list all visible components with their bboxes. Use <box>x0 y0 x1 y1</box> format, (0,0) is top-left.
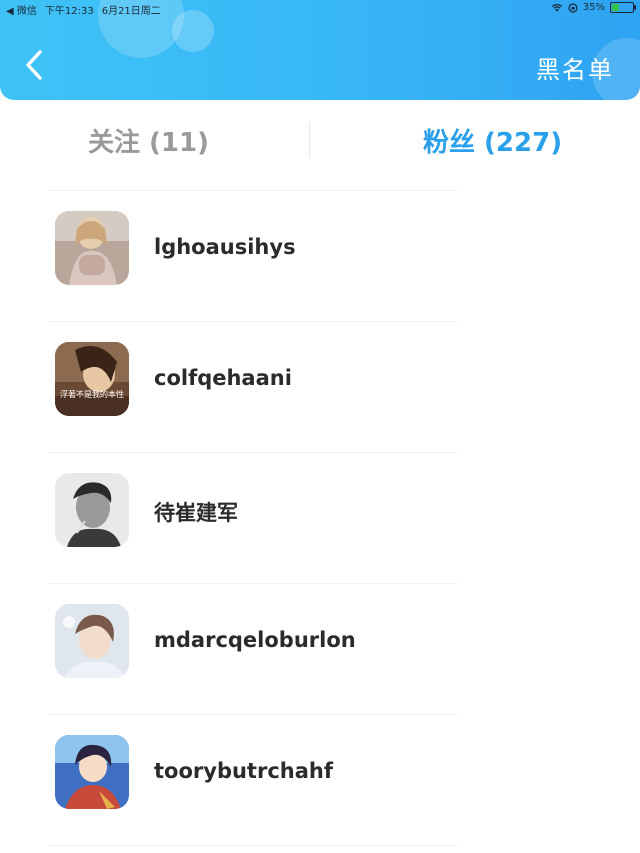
list-item[interactable]: 浮著不是我的本性 colfqehaani <box>0 322 640 452</box>
chevron-left-icon <box>26 50 42 80</box>
avatar <box>55 211 129 285</box>
battery-percent: 35% <box>582 2 605 13</box>
header-bar: ◀ 微信 下午12:33 6月21日周二 35% 黑名单 <box>0 0 640 100</box>
user-name: colfqehaani <box>154 366 292 390</box>
follow-tabs: 关注 (11) 粉丝 (227) <box>0 100 640 180</box>
user-name: toorybutrchahf <box>154 759 333 783</box>
list-item[interactable]: lghoausihys <box>0 191 640 321</box>
divider <box>48 845 458 846</box>
avatar <box>55 735 129 809</box>
avatar: 浮著不是我的本性 <box>55 342 129 416</box>
status-time: 下午12:33 <box>44 6 94 17</box>
user-name: mdarcqeloburlon <box>154 628 356 652</box>
status-date: 6月21日周二 <box>101 6 161 17</box>
user-name: 待崔建军 <box>154 501 238 525</box>
status-bar: ◀ 微信 下午12:33 6月21日周二 35% <box>0 0 640 18</box>
tab-following[interactable]: 关注 (11) <box>88 122 209 159</box>
avatar <box>55 473 129 547</box>
back-button[interactable] <box>20 48 52 82</box>
blacklist-button[interactable]: 黑名单 <box>536 50 614 85</box>
list-item[interactable]: 待崔建军 <box>0 453 640 583</box>
orientation-lock-icon <box>568 2 578 13</box>
list-item[interactable]: mdarcqeloburlon <box>0 584 640 714</box>
back-to-app-label[interactable]: ◀ 微信 <box>6 2 37 17</box>
battery-icon <box>610 2 636 13</box>
user-name: lghoausihys <box>154 235 296 259</box>
avatar-caption: 浮著不是我的本性 <box>60 390 124 399</box>
list-item[interactable]: toorybutrchahf <box>0 715 640 845</box>
wifi-icon <box>551 4 563 12</box>
avatar <box>55 604 129 678</box>
tab-divider <box>309 122 310 158</box>
tab-fans[interactable]: 粉丝 (227) <box>423 122 562 159</box>
